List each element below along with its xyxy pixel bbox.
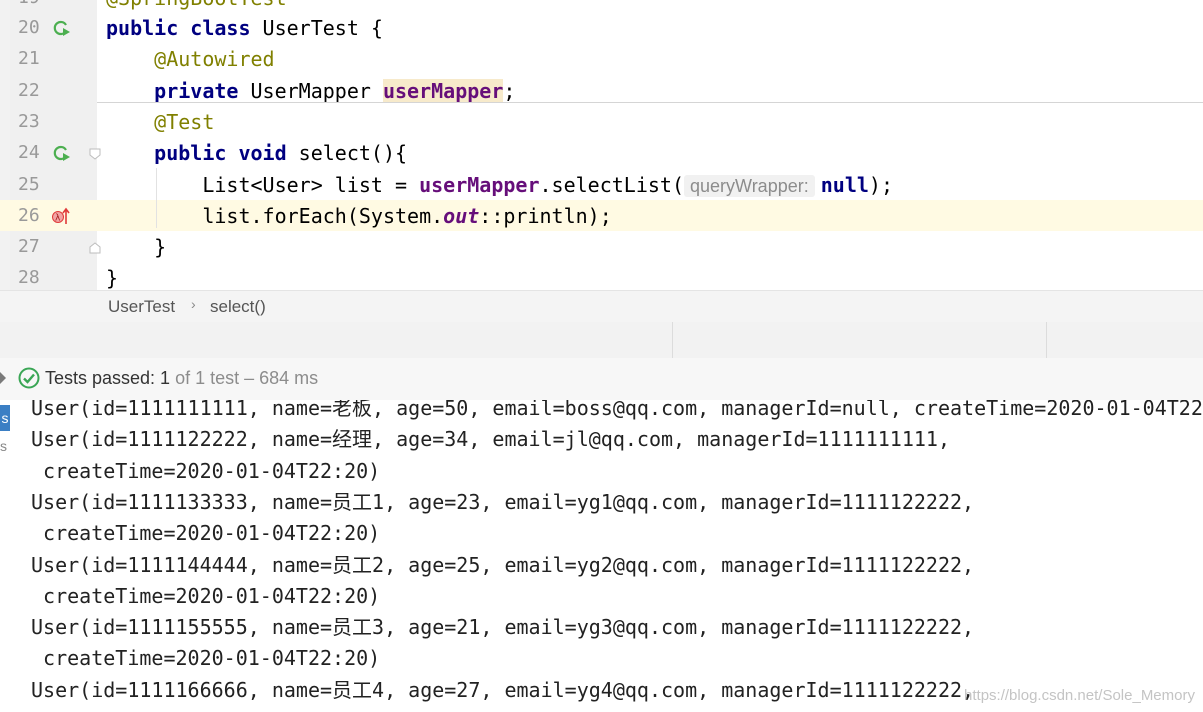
code-token: } — [106, 266, 119, 290]
code-token: UserTest { — [250, 16, 383, 40]
expand-arrow-icon[interactable] — [0, 372, 6, 384]
code-token: out — [443, 203, 480, 228]
code-line[interactable]: 24 public void select(){ — [0, 137, 1203, 168]
breadcrumb-method[interactable]: select() — [210, 297, 266, 317]
console-line: createTime=2020-01-04T22:20) — [31, 521, 381, 546]
code-text: } — [106, 266, 118, 290]
breadcrumb: UserTest › select() — [0, 290, 1203, 323]
line-number: 26 — [18, 204, 40, 226]
code-token: ; — [503, 78, 516, 103]
breadcrumb-class[interactable]: UserTest — [108, 297, 175, 317]
line-number: 20 — [18, 17, 40, 38]
line-number: 23 — [18, 110, 40, 132]
svg-text:λ: λ — [55, 213, 61, 223]
line-number: 27 — [18, 236, 40, 258]
line-number: 22 — [18, 79, 40, 101]
code-line[interactable]: 21 @Autowired — [0, 43, 1203, 74]
console-line: User(id=1111144444, name=员工2, age=25, em… — [31, 552, 975, 577]
run-panel-header — [0, 322, 1203, 359]
line-number: 24 — [18, 142, 40, 164]
code-line[interactable]: 23 @Test — [0, 106, 1203, 137]
code-line[interactable]: 27 } — [0, 231, 1203, 262]
code-token: List<User> list = — [106, 172, 420, 197]
code-token: null — [820, 172, 869, 197]
code-token: } — [106, 235, 167, 260]
lambda-breakpoint-icon[interactable]: λ — [51, 206, 71, 226]
code-line[interactable]: 26 λ list.forEach(System.out::println); — [0, 199, 1203, 231]
code-token: @Test — [154, 109, 215, 134]
console-line: createTime=2020-01-04T22:20) — [31, 583, 381, 608]
code-text: public void select(){ — [106, 141, 407, 165]
method-separator — [97, 102, 1203, 103]
line-number: 25 — [18, 173, 40, 195]
code-token: ::println); — [479, 203, 612, 228]
console-line: createTime=2020-01-04T22:20) — [31, 646, 381, 671]
console-line: User(id=1111133333, name=员工1, age=23, em… — [31, 489, 975, 514]
test-status-text: Tests passed: 1 of 1 test – 684 ms — [45, 368, 318, 389]
run-test-icon[interactable] — [51, 18, 71, 38]
code-token: @Autowired — [154, 47, 275, 72]
console-output[interactable]: User(id=1111111111, name=老板, age=50, ema… — [0, 400, 1203, 712]
code-token: .selectList( — [539, 172, 685, 197]
code-token: public — [154, 141, 227, 166]
code-editor[interactable]: 19 @SpringBootTest 20 public class UserTe… — [0, 0, 1203, 290]
code-text: @Test — [106, 110, 214, 134]
console-line: User(id=1111111111, name=老板, age=50, ema… — [31, 400, 1203, 420]
line-number: 19 — [18, 0, 42, 8]
code-text: public class UserTest { — [106, 16, 383, 40]
check-circle-icon — [18, 367, 40, 389]
code-token: userMapper — [382, 78, 504, 103]
code-line[interactable]: 20 public class UserTest { — [0, 12, 1203, 43]
run-test-icon[interactable] — [51, 143, 71, 163]
panel-divider — [1046, 322, 1047, 358]
console-line: createTime=2020-01-04T22:20) — [31, 458, 381, 483]
test-status-bar: Tests passed: 1 of 1 test – 684 ms — [0, 358, 1203, 400]
code-text: private UserMapper userMapper; — [106, 78, 516, 103]
parameter-hint: queryWrapper: — [684, 174, 815, 197]
indent-guide — [156, 168, 157, 228]
breadcrumb-chevron-icon: › — [191, 296, 196, 312]
console-line: User(id=1111166666, name=员工4, age=27, em… — [31, 677, 975, 702]
fold-end-icon[interactable] — [88, 241, 102, 255]
code-token: ); — [868, 172, 893, 197]
watermark: https://blog.csdn.net/Sole_Memory — [964, 687, 1195, 704]
tests-passed-label: Tests passed: 1 — [45, 368, 171, 388]
code-text: @Autowired — [106, 47, 275, 72]
code-text: list.forEach(System.out::println); — [106, 203, 612, 228]
line-number: 21 — [18, 48, 40, 70]
code-text: @SpringBootTest — [106, 0, 287, 10]
line-number: 28 — [18, 267, 40, 289]
code-line[interactable]: 25 List<User> list = userMapper.selectLi… — [0, 169, 1203, 200]
code-token: public — [106, 16, 179, 40]
code-token: userMapper — [419, 172, 540, 197]
code-line[interactable]: 28} — [0, 262, 1203, 290]
code-token: private — [154, 78, 239, 103]
fold-collapse-icon[interactable] — [88, 147, 102, 161]
console-line: User(id=1111122222, name=经理, age=34, ema… — [31, 427, 950, 452]
panel-divider — [672, 322, 673, 358]
tests-passed-detail: of 1 test – 684 ms — [175, 368, 319, 388]
console-line: User(id=1111155555, name=员工3, age=21, em… — [31, 615, 975, 640]
code-token: void — [238, 141, 287, 166]
code-token: UserMapper — [238, 78, 383, 103]
code-token: select(){ — [286, 141, 408, 166]
code-token: class — [190, 16, 251, 40]
code-text: List<User> list = userMapper.selectList(… — [106, 173, 893, 198]
code-line[interactable]: 22 private UserMapper userMapper; — [0, 75, 1203, 106]
code-text: } — [106, 235, 166, 259]
